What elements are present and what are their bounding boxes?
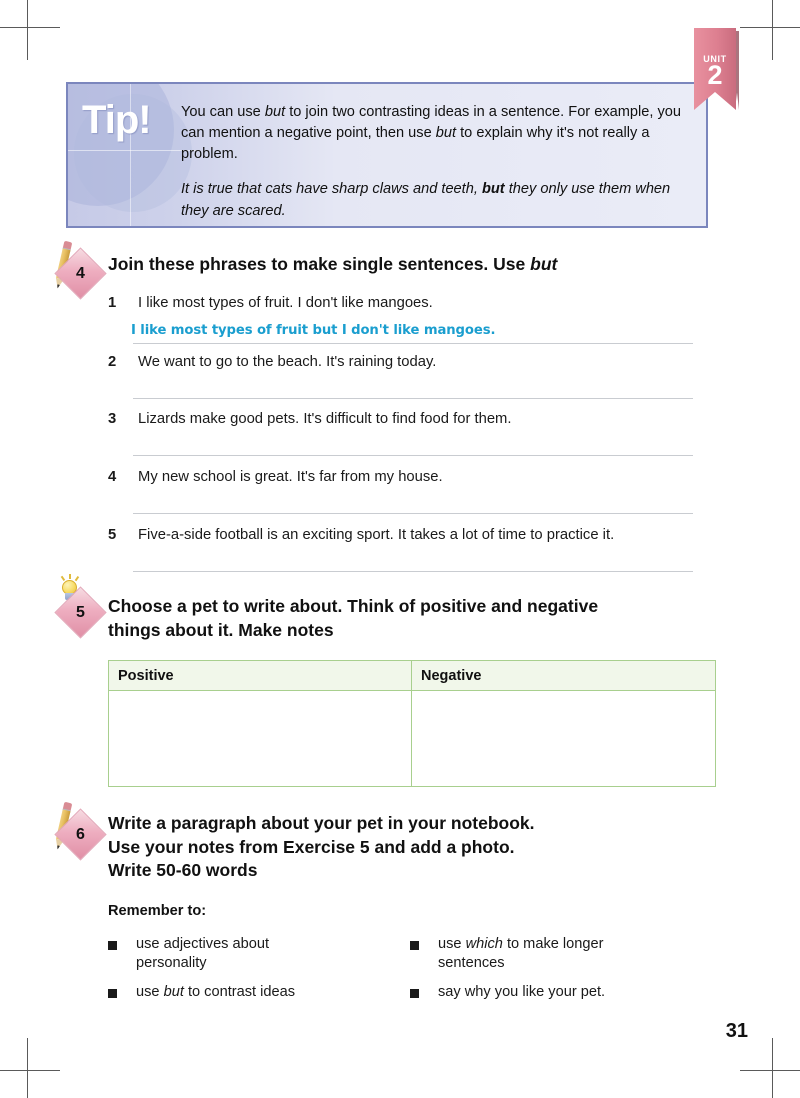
lightbulb-ray-1 [69,574,71,579]
exercise-4-item-4-text: My new school is great. It's far from my… [138,469,443,485]
tip-ex-a: It is true that cats have sharp claws an… [181,181,482,198]
exercise-5-heading: Choose a pet to write about. Think of po… [108,595,723,642]
exercise-4-answer-line-2[interactable] [133,398,693,399]
crop-mark-bottom-left-horizontal [0,1070,60,1071]
crop-mark-bottom-right-horizontal [740,1070,800,1071]
unit-badge-number: 2 [707,60,723,90]
exercise-4-heading: Join these phrases to make single senten… [108,253,718,277]
tip-body: You can use but to join two contrasting … [181,102,692,222]
crop-mark-top-right-vertical [772,0,773,60]
exercise-6-heading-line-1: Write a paragraph about your pet in your… [108,813,535,833]
notes-table-cell-positive[interactable] [109,691,412,786]
notes-table-header-positive: Positive [109,661,412,691]
bullet-right-1-a: use [438,936,466,952]
exercise-4-item-4: 4 My new school is great. It's far from … [108,469,708,485]
bullet-left-2-italic: but [163,984,184,1000]
lightbulb-ray-3 [74,576,79,581]
exercise-4-answer-line-1[interactable] [133,343,693,344]
exercise-4-item-3-text: Lizards make good pets. It's difficult t… [138,411,512,427]
exercise-6-number: 6 [76,825,85,843]
notes-table-header-negative: Negative [412,661,715,691]
bullet-left-1-a: use adjectives about personality [136,936,270,972]
bullet-square-icon [410,989,419,998]
exercise-4-item-5: 5 Five-a-side football is an exciting sp… [108,527,718,543]
exercise-4-item-2-text: We want to go to the beach. It's raining… [138,354,437,370]
bullet-left-2-a: use [136,984,164,1000]
lightbulb-ray-2 [60,576,65,581]
remember-bullet-left-1-text: use adjectives about personality [136,935,298,974]
crop-mark-top-left-horizontal [0,27,60,28]
page-number: 31 [725,1020,748,1042]
exercise-4-marker: 4 [52,239,107,301]
exercise-4-item-1-text: I like most types of fruit. I don't like… [138,295,433,311]
exercise-5-heading-line-2: things about it. Make notes [108,619,334,640]
crop-mark-top-right-horizontal [740,27,800,28]
bullet-left-2-b: to contrast ideas [183,984,296,1000]
tip-box: Tip! You can use but to join two contras… [66,82,708,228]
exercise-4-item-5-text: Five-a-side football is an exciting spor… [138,527,615,543]
notes-table: Positive Negative [108,660,716,787]
pencil-lead [56,845,60,850]
exercise-5-number: 5 [76,603,85,621]
exercise-5-heading-line-1: Choose a pet to write about. Think of po… [108,596,599,616]
remember-bullet-right-2: say why you like your pet. [410,983,660,1002]
exercise-4-heading-text: Join these phrases to make single senten… [108,254,531,274]
exercise-4-heading-italic: but [530,254,558,274]
remember-bullet-left-2-text: use but to contrast ideas [136,983,358,1002]
pencil-lead [56,284,60,289]
tip-paragraph: You can use but to join two contrasting … [181,102,692,165]
tip-p-but2: but [435,125,457,142]
bullet-square-icon [410,941,419,950]
remember-bullet-left-1: use adjectives about personality [108,935,298,974]
exercise-4-item-2-number: 2 [108,354,117,370]
exercise-4-item-4-number: 4 [108,469,117,485]
tip-ex-but: but [481,181,505,198]
exercise-4-answer-line-5[interactable] [133,571,693,572]
exercise-4-number: 4 [76,264,85,282]
bullet-right-1-italic: which [465,936,503,952]
tip-p-but1: but [264,104,286,120]
exercise-5-marker: 5 [52,574,107,640]
crop-mark-bottom-left-vertical [27,1038,28,1098]
exercise-4-answer-line-3[interactable] [133,455,693,456]
exercise-4-item-1: 1 I like most types of fruit. I don't li… [108,295,708,311]
remember-to-title: Remember to: [108,903,207,919]
bullet-square-icon [108,941,117,950]
exercise-4-answer-line-4[interactable] [133,513,693,514]
exercise-6-heading: Write a paragraph about your pet in your… [108,812,728,883]
notes-table-cell-negative[interactable] [412,691,715,786]
exercise-6-heading-line-2: Use your notes from Exercise 5 and add a… [108,836,515,857]
exercise-4-item-3-number: 3 [108,411,117,427]
remember-bullet-left-2: use but to contrast ideas [108,983,358,1002]
unit-badge: UNIT 2 [694,28,739,110]
exercise-4-item-1-number: 1 [108,295,117,311]
exercise-4-item-3: 3 Lizards make good pets. It's difficult… [108,411,708,427]
exercise-4-item-2: 2 We want to go to the beach. It's raini… [108,354,708,370]
crop-mark-top-left-vertical [27,0,28,60]
bullet-right-2-a: say why you like your pet. [438,984,606,1000]
tip-p-a: You can use [181,104,265,120]
tip-example: It is true that cats have sharp claws an… [181,179,692,221]
bullet-square-icon [108,989,117,998]
exercise-4-item-5-number: 5 [108,527,117,543]
exercise-6-heading-line-3: Write 50-60 words [108,860,258,881]
tip-heading: Tip! [82,98,152,142]
crop-mark-bottom-right-vertical [772,1038,773,1098]
remember-bullet-right-1: use which to make longer sentences [410,935,625,974]
exercise-6-marker: 6 [52,800,107,862]
exercise-4-item-1-answer[interactable]: I like most types of fruit but I don't l… [131,323,495,338]
remember-bullet-right-1-text: use which to make longer sentences [438,935,625,974]
remember-bullet-right-2-text: say why you like your pet. [438,983,660,1002]
